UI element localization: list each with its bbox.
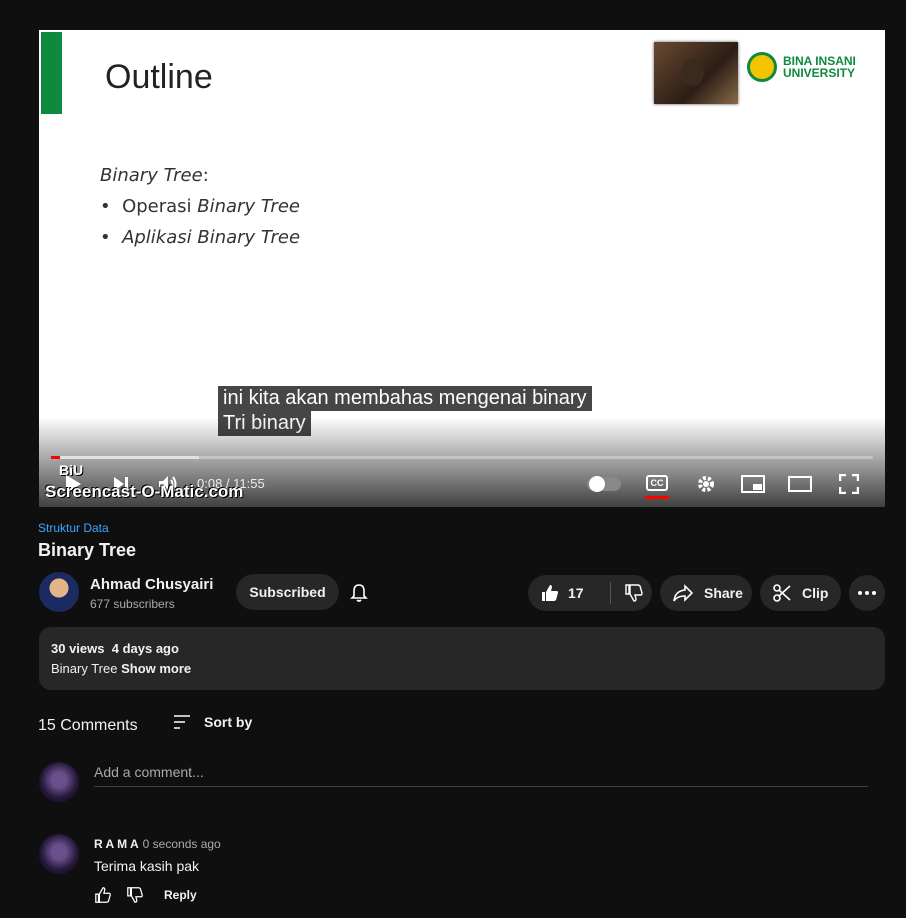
gear-icon (698, 476, 714, 492)
like-count: 17 (568, 585, 584, 601)
webcam-overlay (654, 42, 738, 104)
dislike-button[interactable] (611, 583, 644, 603)
slide-heading: Binary Tree: (100, 165, 209, 186)
fullscreen-button[interactable] (836, 470, 862, 498)
view-date-meta: 30 views 4 days ago (51, 641, 179, 656)
sort-by-button[interactable]: Sort by (172, 714, 252, 730)
caption-line: ini kita akan membahas mengenai binary (218, 386, 592, 411)
scissors-icon (773, 584, 791, 602)
share-icon (673, 584, 694, 602)
comment-text: Terima kasih pak (94, 858, 200, 874)
share-button[interactable]: Share (660, 575, 752, 611)
thumbs-down-icon (127, 887, 143, 903)
comment-dislike-button[interactable] (126, 886, 144, 904)
bell-icon (350, 584, 368, 602)
logo-seal-icon (747, 52, 777, 82)
slide-accent-bar (41, 32, 62, 114)
screencast-watermark: Screencast-O-Matic.com (45, 482, 244, 501)
comment-author-avatar[interactable] (39, 834, 79, 874)
captions-button[interactable]: CC (646, 475, 668, 491)
video-player[interactable]: Outline Binary Tree: • Operasi Binary Tr… (39, 30, 885, 507)
notification-bell-button[interactable] (349, 583, 369, 603)
description-box[interactable]: 30 views 4 days ago Binary Tree Show mor… (39, 627, 885, 690)
miniplayer-icon (741, 475, 765, 493)
slide-title: Outline (105, 58, 213, 96)
thumbs-up-icon (95, 887, 111, 903)
comment-actions: Reply (94, 886, 197, 904)
university-logo: BINA INSANI UNIVERSITY (747, 52, 856, 82)
subscribed-button[interactable]: Subscribed (236, 574, 339, 610)
video-title: Binary Tree (38, 540, 137, 560)
comment-input-underline (94, 786, 868, 787)
buffered-bar (51, 456, 199, 459)
description-text: Binary Tree Show more (51, 661, 192, 676)
comment-timestamp: 0 seconds ago (142, 837, 221, 851)
like-button[interactable]: 17 (528, 582, 611, 604)
slide-bullet: • Operasi Binary Tree (100, 196, 300, 217)
miniplayer-button[interactable] (740, 470, 766, 498)
show-more-button[interactable]: Show more (121, 661, 191, 676)
video-category-link[interactable]: Struktur Data (38, 521, 109, 535)
more-actions-button[interactable] (849, 575, 885, 611)
comment-count: 15 Comments (38, 717, 138, 734)
progress-bar[interactable] (51, 456, 873, 459)
theater-button[interactable] (787, 470, 813, 498)
sort-icon (174, 715, 190, 729)
fullscreen-icon (839, 474, 859, 494)
channel-name[interactable]: Ahmad Chusyairi (90, 576, 213, 593)
captions-active-indicator (645, 496, 669, 499)
autoplay-toggle[interactable] (587, 476, 621, 492)
thumbs-down-icon (625, 584, 643, 602)
slide-body: Binary Tree: • Operasi Binary Tree • Apl… (100, 160, 300, 253)
clip-button[interactable]: Clip (760, 575, 841, 611)
thumbs-up-icon (542, 585, 558, 601)
theater-icon (788, 476, 812, 492)
settings-button[interactable] (694, 470, 718, 498)
more-horizontal-icon (858, 591, 876, 595)
slide-bullet: • Aplikasi Binary Tree (100, 227, 301, 248)
played-bar (51, 456, 60, 459)
channel-avatar[interactable] (39, 572, 79, 612)
like-dislike-group: 17 (528, 575, 652, 611)
user-avatar (39, 762, 79, 802)
comment-author[interactable]: R A M A0 seconds ago (94, 837, 221, 851)
add-comment-input[interactable]: Add a comment... (94, 764, 204, 780)
subscriber-count: 677 subscribers (90, 597, 175, 611)
comment-like-button[interactable] (94, 886, 112, 904)
comment-reply-button[interactable]: Reply (164, 888, 197, 902)
